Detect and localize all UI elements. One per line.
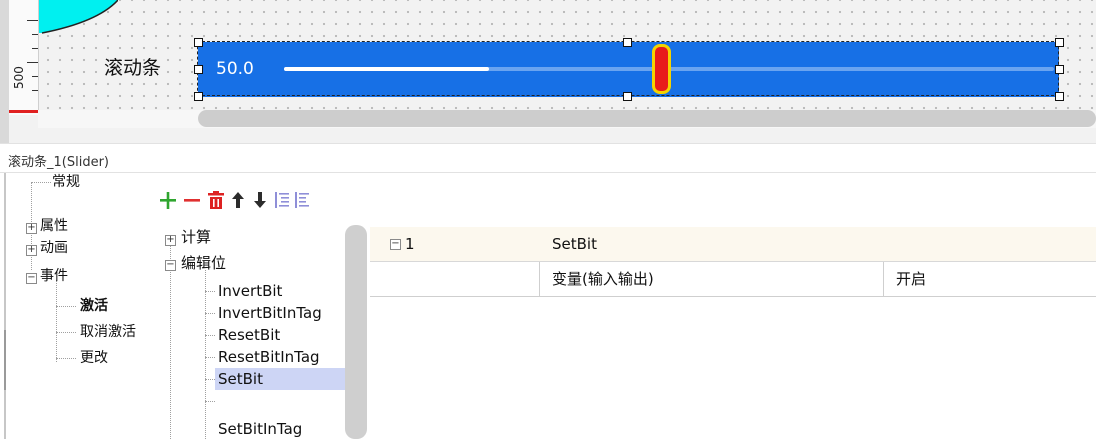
category-label: 取消激活 — [80, 324, 136, 340]
ruler-label: 500 — [12, 66, 26, 90]
category-general[interactable]: 常规 — [52, 172, 80, 192]
expand-icon[interactable]: + — [26, 245, 37, 256]
expand-icon[interactable]: + — [26, 223, 37, 234]
resize-handle-br[interactable] — [1055, 92, 1064, 101]
ruler-marker — [9, 110, 38, 113]
event-activate[interactable]: 激活 — [80, 296, 108, 316]
object-header: 滚动条_1(Slider) — [0, 143, 1096, 173]
function-invertbitintag[interactable]: InvertBitInTag — [215, 302, 325, 324]
add-icon[interactable] — [157, 188, 179, 212]
collapse-icon[interactable]: − — [26, 273, 37, 284]
move-up-icon[interactable] — [227, 188, 249, 212]
remove-icon[interactable] — [181, 188, 203, 212]
category-label: 常规 — [52, 174, 80, 190]
indent-icon[interactable] — [271, 188, 293, 212]
function-name-cell[interactable]: SetBit — [552, 227, 597, 261]
collapse-icon[interactable]: − — [390, 239, 401, 250]
delete-icon[interactable] — [205, 188, 227, 212]
row-index: 1 — [405, 235, 415, 253]
slider-thumb[interactable] — [652, 44, 671, 94]
category-properties[interactable]: 属性 — [40, 216, 68, 236]
resize-handle-tl[interactable] — [194, 38, 203, 47]
group-label: 计算 — [181, 228, 212, 246]
resize-handle-tr[interactable] — [1055, 38, 1064, 47]
category-animations[interactable]: 动画 — [40, 238, 68, 258]
grid-row[interactable]: − 1 SetBit — [370, 227, 1096, 262]
property-category-tree: 常规 + 属性 + 动画 − 事件 激活 取消激活 更改 — [0, 172, 155, 439]
move-down-icon[interactable] — [249, 188, 271, 212]
resize-handle-ml[interactable] — [194, 65, 203, 74]
category-label: 更改 — [80, 350, 108, 366]
function-tree-scrollbar[interactable] — [345, 225, 367, 439]
event-deactivate[interactable]: 取消激活 — [80, 322, 153, 342]
function-list-toolbar — [155, 188, 309, 212]
collapse-icon[interactable]: − — [165, 260, 176, 271]
resize-handle-mr[interactable] — [1055, 65, 1064, 74]
category-label: 激活 — [80, 298, 108, 314]
group-label: 编辑位 — [181, 254, 227, 272]
object-title: 滚动条_1(Slider) — [8, 155, 109, 170]
category-label: 动画 — [40, 240, 68, 256]
function-resetbitintag[interactable]: ResetBitInTag — [215, 346, 323, 368]
outdent-icon[interactable] — [291, 188, 313, 212]
function-invertbit[interactable]: InvertBit — [215, 280, 285, 302]
resize-handle-bc[interactable] — [623, 92, 632, 101]
event-change[interactable]: 更改 — [80, 348, 108, 368]
function-grid: − 1 SetBit 变量(输入输出) 开启 — [370, 227, 1096, 439]
expand-icon[interactable]: + — [165, 235, 176, 246]
category-label: 事件 — [40, 268, 68, 284]
group-calculation[interactable]: 计算 — [181, 227, 211, 247]
canvas-left-border — [0, 0, 9, 143]
system-function-tree: + 计算 − 编辑位 InvertBit InvertBitInTag Rese… — [155, 220, 370, 439]
vertical-ruler — [9, 0, 39, 115]
category-events[interactable]: 事件 — [40, 266, 68, 286]
slider-value: 50.0 — [216, 59, 254, 79]
resize-handle-bl[interactable] — [194, 92, 203, 101]
function-setbit[interactable]: SetBit — [215, 368, 348, 390]
function-resetbit[interactable]: ResetBit — [215, 324, 283, 346]
design-canvas[interactable]: 500 滚动条 50.0 — [0, 0, 1096, 143]
function-setbitintag[interactable]: SetBitInTag — [215, 418, 305, 440]
parameter-name-cell: 变量(输入输出) — [552, 270, 654, 288]
slider-text-label[interactable]: 滚动条 — [104, 56, 161, 80]
horizontal-scrollbar-thumb[interactable] — [198, 110, 1096, 127]
group-bit-editing[interactable]: 编辑位 — [181, 253, 226, 273]
slider-fill — [284, 67, 489, 71]
grid-row[interactable]: 变量(输入输出) 开启 — [370, 262, 1096, 297]
category-label: 属性 — [40, 218, 68, 234]
cyan-shape[interactable] — [38, 0, 118, 34]
resize-handle-tc[interactable] — [623, 38, 632, 47]
parameter-value-cell[interactable]: 开启 — [896, 262, 926, 296]
